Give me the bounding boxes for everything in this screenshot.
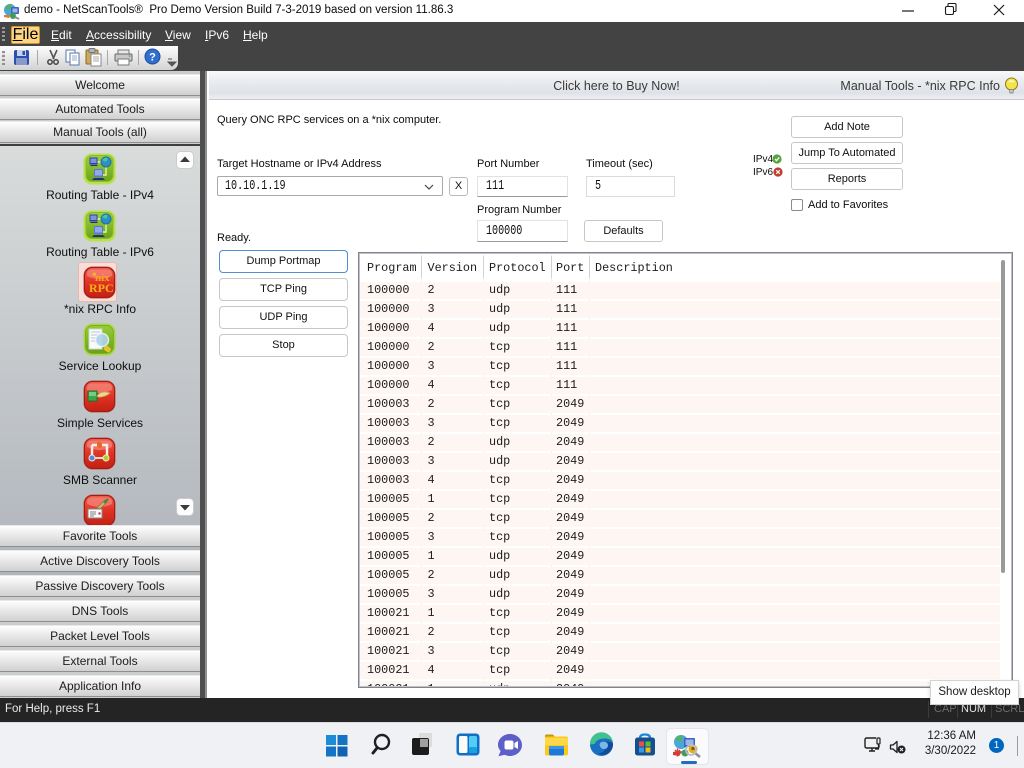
svg-text:RPC: RPC [89,281,114,295]
svg-text:?: ? [149,52,156,64]
